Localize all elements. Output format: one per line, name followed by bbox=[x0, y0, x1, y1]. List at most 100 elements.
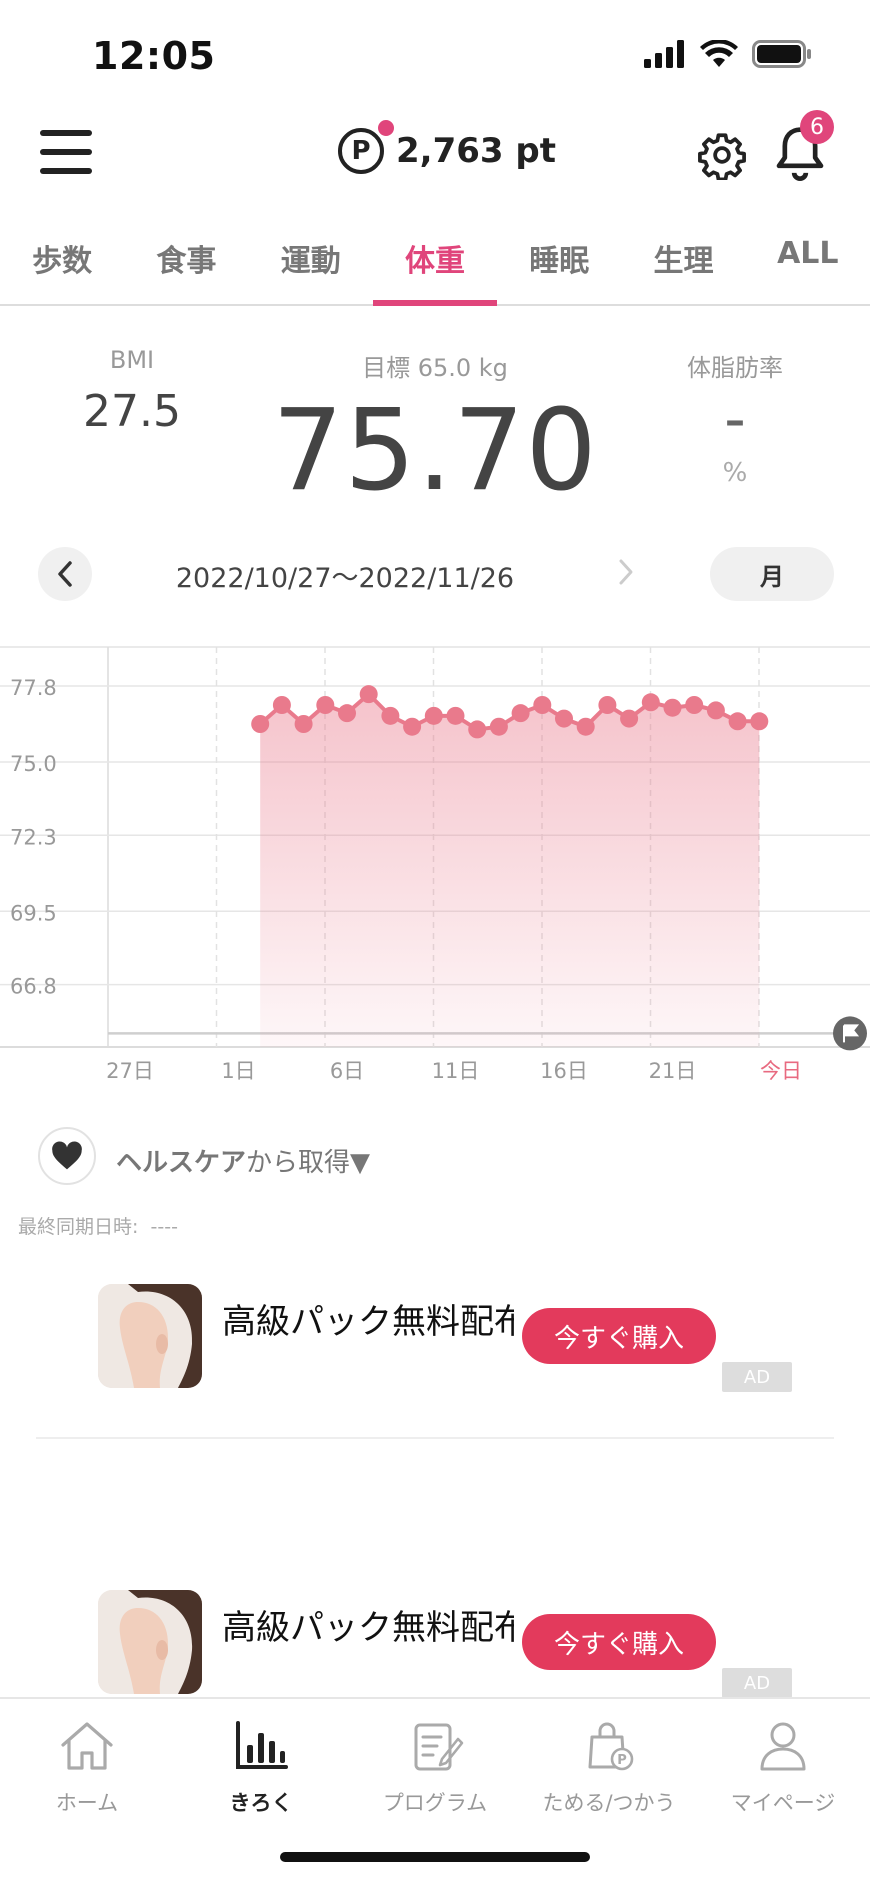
nav-program[interactable]: プログラム bbox=[348, 1719, 522, 1817]
weight-point bbox=[424, 706, 443, 725]
weight-point bbox=[750, 712, 769, 731]
nav-points[interactable]: P ためる/つかう bbox=[522, 1719, 696, 1817]
health-source: ヘルスケア bbox=[116, 1148, 247, 1178]
nav-mypage[interactable]: マイページ bbox=[696, 1719, 870, 1817]
weight-point bbox=[468, 720, 487, 739]
home-indicator bbox=[280, 1852, 590, 1862]
battery-icon bbox=[752, 40, 811, 68]
tab-meal[interactable]: 食事 bbox=[124, 230, 248, 304]
y-tick-label: 69.5 bbox=[10, 901, 57, 925]
y-tick-label: 66.8 bbox=[10, 975, 57, 999]
ad-title[interactable]: 高級パック無料配布 bbox=[222, 1294, 514, 1343]
notification-badge: 6 bbox=[800, 110, 834, 144]
y-tick-label: 75.0 bbox=[10, 752, 57, 776]
nav-record[interactable]: きろく bbox=[174, 1719, 348, 1817]
weight-point bbox=[272, 696, 291, 714]
weight-point bbox=[403, 717, 422, 736]
tab-exercise[interactable]: 運動 bbox=[249, 230, 373, 304]
weight-point bbox=[381, 706, 400, 725]
previous-period-button[interactable] bbox=[38, 547, 92, 601]
weight-point bbox=[446, 706, 465, 725]
health-sync-button[interactable] bbox=[38, 1127, 96, 1185]
home-icon bbox=[61, 1722, 113, 1770]
weight-point bbox=[251, 715, 270, 733]
weight-point bbox=[685, 696, 704, 714]
person-icon bbox=[760, 1722, 806, 1771]
tab-steps[interactable]: 歩数 bbox=[0, 230, 124, 304]
weight-point bbox=[489, 717, 508, 736]
ad-title[interactable]: 高級パック無料配布 bbox=[222, 1600, 514, 1649]
bmi-label: BMI bbox=[109, 346, 155, 374]
weight-point bbox=[576, 717, 595, 736]
body-fat-value[interactable]: – bbox=[700, 398, 770, 444]
tab-weight[interactable]: 体重 bbox=[372, 230, 498, 306]
cellular-signal-icon bbox=[644, 40, 684, 68]
x-tick-label: 今日 bbox=[760, 1059, 802, 1083]
nav-program-label: プログラム bbox=[382, 1791, 488, 1815]
ad-buy-button[interactable]: 今すぐ購入 bbox=[522, 1308, 716, 1364]
last-sync-value: ---- bbox=[150, 1216, 178, 1238]
weight-area bbox=[260, 694, 760, 1047]
shopping-bag-icon: P bbox=[588, 1722, 634, 1771]
clipboard-icon bbox=[414, 1723, 464, 1771]
weight-point bbox=[598, 696, 617, 714]
x-tick-label: 6日 bbox=[330, 1059, 364, 1083]
wifi-icon bbox=[700, 40, 738, 67]
y-tick-label: 72.3 bbox=[10, 825, 57, 849]
nav-home-label: ホーム bbox=[55, 1791, 119, 1815]
weight-point bbox=[706, 701, 725, 720]
points-display[interactable]: P 2,763 pt bbox=[338, 120, 556, 174]
ad-face-image bbox=[98, 1590, 202, 1694]
period-selector[interactable]: 月 bbox=[710, 547, 834, 601]
status-time: 12:05 bbox=[92, 34, 216, 78]
bar-chart-icon bbox=[236, 1721, 288, 1769]
ad-thumbnail[interactable] bbox=[98, 1590, 202, 1694]
hamburger-icon bbox=[40, 130, 92, 136]
chevron-right-icon bbox=[619, 559, 633, 585]
points-icon: P bbox=[338, 120, 394, 174]
weight-point bbox=[533, 696, 552, 714]
points-dot bbox=[378, 120, 394, 136]
x-tick-label: 27日 bbox=[106, 1059, 154, 1083]
weight-point bbox=[555, 709, 573, 728]
gear-icon[interactable] bbox=[697, 130, 747, 180]
ad-badge[interactable]: AD bbox=[722, 1668, 792, 1698]
ad-thumbnail[interactable] bbox=[98, 1284, 202, 1388]
weight-point bbox=[511, 704, 530, 723]
last-sync-label: 最終同期日時: bbox=[18, 1216, 139, 1238]
nav-record-label: きろく bbox=[229, 1791, 293, 1815]
bmi-value: 27.5 bbox=[83, 386, 181, 437]
ad-badge[interactable]: AD bbox=[722, 1362, 792, 1392]
tab-sleep[interactable]: 睡眠 bbox=[497, 230, 621, 304]
tab-all[interactable]: ALL bbox=[746, 230, 870, 304]
menu-button[interactable] bbox=[40, 130, 92, 174]
x-tick-label: 11日 bbox=[432, 1059, 480, 1083]
tab-period[interactable]: 生理 bbox=[621, 230, 745, 304]
weight-point bbox=[294, 715, 313, 733]
current-weight[interactable]: 75.70 bbox=[270, 386, 600, 516]
category-tabs: 歩数 食事 運動 体重 睡眠 生理 ALL bbox=[0, 230, 870, 306]
x-tick-label: 21日 bbox=[649, 1059, 697, 1083]
nav-home[interactable]: ホーム bbox=[0, 1719, 174, 1817]
weight-point bbox=[641, 693, 660, 712]
svg-text:P: P bbox=[617, 1753, 627, 1768]
weight-point bbox=[359, 685, 378, 704]
weight-point bbox=[620, 709, 639, 728]
weight-point bbox=[338, 704, 356, 723]
nav-mypage-label: マイページ bbox=[730, 1791, 836, 1815]
heart-icon bbox=[52, 1141, 82, 1170]
last-sync: 最終同期日時: ---- bbox=[18, 1212, 178, 1239]
next-period-button[interactable] bbox=[604, 550, 648, 594]
body-fat-label: 体脂肪率 bbox=[687, 354, 783, 382]
weight-point bbox=[663, 698, 682, 717]
weight-point bbox=[728, 712, 747, 731]
weight-chart: 77.8 75.0 72.3 69.5 66.8 27日 1日 6日 11日 16日 21日 今日 bbox=[0, 646, 870, 1083]
health-link-suffix: から取得▼ bbox=[246, 1148, 371, 1178]
date-range: 2022/10/27〜2022/11/26 bbox=[175, 563, 515, 594]
divider bbox=[36, 1437, 834, 1439]
ad-buy-button[interactable]: 今すぐ購入 bbox=[522, 1614, 716, 1670]
nav-points-label: ためる/つかう bbox=[542, 1791, 676, 1815]
status-icons bbox=[644, 40, 812, 68]
health-import-link[interactable]: ヘルスケアから取得▼ bbox=[116, 1142, 370, 1179]
goal-weight-label: 目標 65.0 kg bbox=[362, 354, 508, 382]
